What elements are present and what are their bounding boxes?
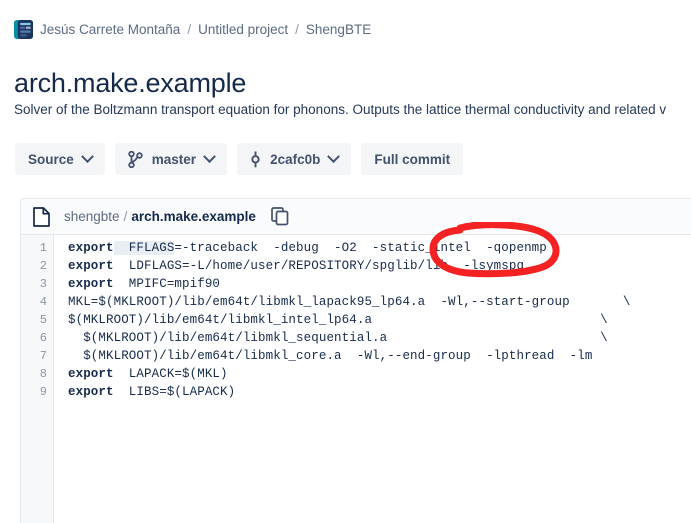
line-number: 4 [39,295,47,309]
breadcrumb: Jesús Carrete Montaña / Untitled project… [14,20,371,39]
page-title: arch.make.example [14,68,247,99]
code-keyword: export [68,241,114,255]
line-number: 3 [39,277,47,291]
page-description: Solver of the Boltzmann transport equati… [14,102,667,117]
code-keyword: export [68,367,114,381]
toolbar: Source master 2cafc0b Full commit [15,143,464,175]
code-rest: $(MKLROOT)/lib/em64t/libmkl_core.a -Wl,-… [68,349,593,363]
code-rest: LDFLAGS=-L/home/user/REPOSITORY/spglib/l… [113,259,525,273]
code-line-text: $(MKLROOT)/lib/em64t/libmkl_intel_lp64.a… [54,311,608,329]
commit-dropdown-label: 2cafc0b [270,151,321,167]
breadcrumb-item-project[interactable]: Untitled project [198,22,288,37]
source-dropdown-label: Source [28,151,74,167]
branch-dropdown-button[interactable]: master [114,143,228,175]
code-line-text: export FFLAGS=-traceback -debug -O2 -sta… [54,239,547,257]
chevron-down-icon [203,149,216,163]
line-number: 8 [39,367,47,381]
code-rest: $(MKLROOT)/lib/em64t/libmkl_sequential.a… [68,331,608,345]
code-rest: MPIFC=mpif90 [113,277,221,291]
project-avatar-icon [14,20,33,39]
code-rest: LIBS=$(LAPACK) [113,385,236,399]
file-directory[interactable]: shengbte [64,209,120,224]
code-body: 1 export FFLAGS=-traceback -debug -O2 -s… [21,235,691,523]
code-line: 1 export FFLAGS=-traceback -debug -O2 -s… [21,239,691,257]
code-rest: $(MKLROOT)/lib/em64t/libmkl_intel_lp64.a… [68,313,608,327]
commit-icon [250,151,261,168]
commit-dropdown-button[interactable]: 2cafc0b [237,143,352,175]
code-line: 2 export LDFLAGS=-L/home/user/REPOSITORY… [21,257,691,275]
chevron-down-icon [80,149,94,163]
code-lines[interactable]: 1 export FFLAGS=-traceback -debug -O2 -s… [21,235,691,401]
code-line: 4 MKL=$(MKLROOT)/lib/em64t/libmkl_lapack… [21,293,691,311]
copy-icon[interactable] [271,207,289,226]
code-line: 8 export LAPACK=$(MKL) [21,365,691,383]
code-line: 3 export MPIFC=mpif90 [21,275,691,293]
code-line-text: export LIBS=$(LAPACK) [54,383,235,401]
chevron-down-icon [327,149,341,163]
code-keyword: export [68,385,114,399]
line-number: 5 [39,313,47,327]
code-line: 7 $(MKLROOT)/lib/em64t/libmkl_core.a -Wl… [21,347,691,365]
code-line-text: export LDFLAGS=-L/home/user/REPOSITORY/s… [54,257,524,275]
code-line: 6 $(MKLROOT)/lib/em64t/libmkl_sequential… [21,329,691,347]
code-keyword: export [68,277,114,291]
breadcrumb-separator: / [187,22,192,37]
line-number: 1 [39,241,47,255]
branch-dropdown-label: master [151,151,197,167]
branch-icon [128,150,143,168]
code-line-text: export LAPACK=$(MKL) [54,365,228,383]
code-highlight: FFLAGS [113,241,175,255]
line-number: 6 [39,331,47,345]
code-line: 5 $(MKLROOT)/lib/em64t/libmkl_intel_lp64… [21,311,691,329]
source-dropdown-button[interactable]: Source [15,143,105,175]
file-breadcrumb: shengbte / arch.make.example [64,209,256,224]
full-commit-label: Full commit [374,151,451,167]
code-panel: shengbte / arch.make.example 1 export FFLA… [20,198,691,523]
file-path-separator: / [123,209,128,224]
code-rest: MKL=$(MKLROOT)/lib/em64t/libmkl_lapack95… [68,295,631,309]
code-line-text: $(MKLROOT)/lib/em64t/libmkl_core.a -Wl,-… [54,347,592,365]
code-line-text: MKL=$(MKLROOT)/lib/em64t/libmkl_lapack95… [54,293,631,311]
breadcrumb-item-repository[interactable]: ShengBTE [306,22,371,37]
line-number: 9 [39,385,47,399]
file-name: arch.make.example [131,209,256,224]
code-line-text: export MPIFC=mpif90 [54,275,220,293]
source-file-page: Jesús Carrete Montaña / Untitled project… [0,0,691,523]
full-commit-button[interactable]: Full commit [361,143,464,175]
code-rest: LAPACK=$(MKL) [113,367,228,381]
code-keyword: export [68,259,114,273]
line-number: 2 [39,259,47,273]
breadcrumb-separator: / [295,22,299,37]
breadcrumb-item-user[interactable]: Jesús Carrete Montaña [40,22,180,37]
line-number: 7 [39,349,47,363]
file-icon [33,206,50,227]
code-tail: =-traceback -debug -O2 -static_intel -qo… [174,241,547,255]
file-header: shengbte / arch.make.example [21,199,691,235]
code-line: 9 export LIBS=$(LAPACK) [21,383,691,401]
code-line-text: $(MKLROOT)/lib/em64t/libmkl_sequential.a… [54,329,608,347]
